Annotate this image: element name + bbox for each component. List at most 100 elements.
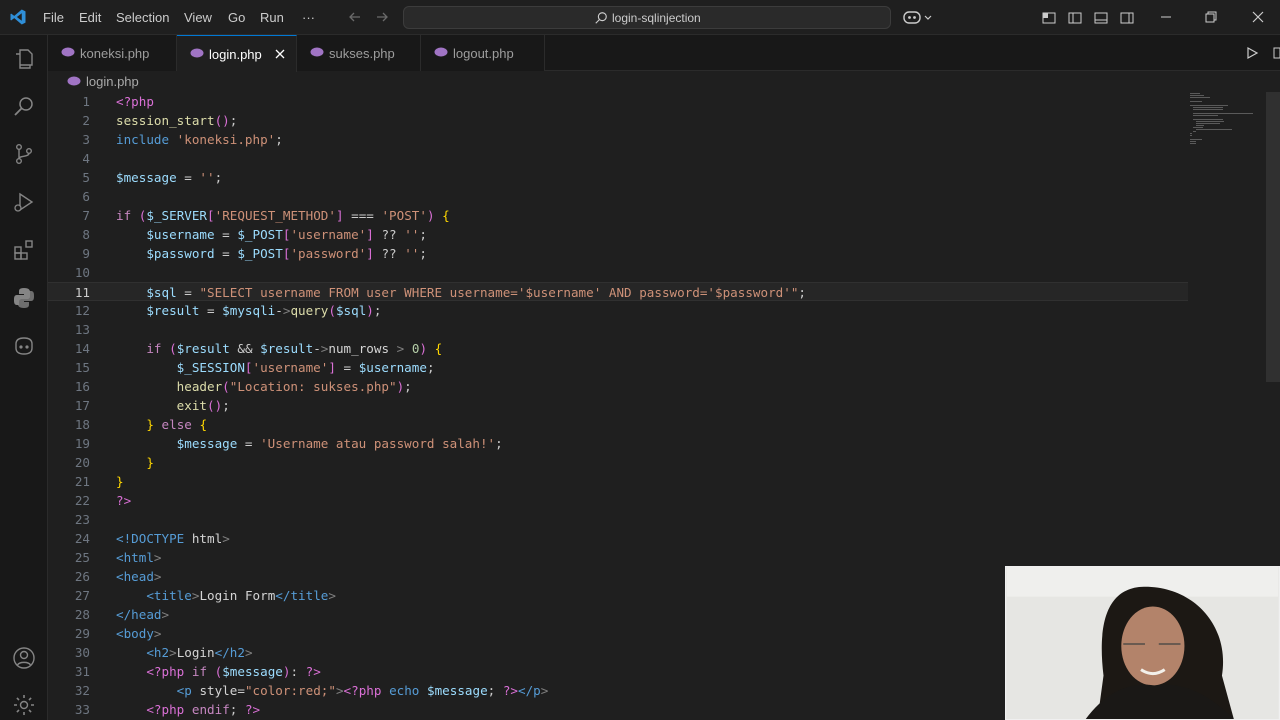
menu-run[interactable]: Run [260,10,284,26]
line-number: 20 [74,455,90,470]
line-number: 13 [74,322,90,337]
code-text: session_start(); [116,113,238,128]
tab-logout[interactable]: logout.php [421,35,545,71]
toggle-secondary-sidebar-icon[interactable] [1119,10,1135,26]
search-icon [595,12,607,24]
menu-selection[interactable]: Selection [116,10,169,26]
minimap[interactable] [1188,92,1268,152]
search-view-icon[interactable] [12,94,36,118]
code-text: $password = $_POST['password'] ?? ''; [146,246,427,261]
code-text: include 'koneksi.php'; [116,132,283,147]
code-line[interactable]: 15 $_SESSION['username'] = $username; [48,358,1188,377]
code-line[interactable]: 3 include 'koneksi.php'; [48,130,1188,149]
code-line[interactable]: 21} [48,472,1188,491]
code-line[interactable]: 22 ?> [48,491,1188,510]
arrow-right-icon[interactable] [374,9,390,25]
code-line[interactable]: 24 <!DOCTYPE html> [48,529,1188,548]
run-debug-icon[interactable] [12,190,36,214]
breadcrumb-file[interactable]: login.php [86,74,139,89]
line-number: 31 [74,664,90,679]
settings-gear-icon[interactable] [12,693,36,717]
code-text: <?php endif; ?> [146,702,261,717]
menu-view[interactable]: View [184,10,212,26]
line-number: 24 [74,531,90,546]
toggle-panel-icon[interactable] [1093,10,1109,26]
customize-layout-icon[interactable] [1041,10,1057,26]
tab-label: login.php [209,47,262,62]
code-line[interactable]: 11 $sql = "SELECT username FROM user WHE… [48,282,1188,301]
arrow-left-icon[interactable] [347,9,363,25]
split-editor-icon[interactable] [1272,45,1280,61]
code-line[interactable]: 25 <html> [48,548,1188,567]
code-text: $message = 'Username atau password salah… [176,436,503,451]
vertical-scrollbar[interactable] [1266,92,1280,382]
vscode-logo-icon[interactable] [9,8,27,26]
code-line[interactable]: 18 } else { [48,415,1188,434]
code-line[interactable]: 10 [48,263,1188,282]
extensions-icon[interactable] [12,238,36,262]
code-line[interactable]: 7 if ($_SERVER['REQUEST_METHOD'] === 'POS… [48,206,1188,225]
line-number: 25 [74,550,90,565]
code-line[interactable]: 17 exit(); [48,396,1188,415]
tab-sukses[interactable]: sukses.php [297,35,421,71]
close-icon[interactable] [273,47,287,61]
source-control-icon[interactable] [12,142,36,166]
code-line[interactable]: 19 $message = 'Username atau password sa… [48,434,1188,453]
code-text: <?php [116,94,154,109]
explorer-icon[interactable] [12,47,36,71]
code-text: } [146,455,154,470]
menu-edit[interactable]: Edit [79,10,101,26]
python-icon[interactable] [12,286,36,310]
php-file-icon [310,47,324,57]
copilot-icon[interactable] [903,9,933,25]
code-line[interactable]: 14 if ($result && $result->num_rows > 0)… [48,339,1188,358]
command-center-search[interactable]: login-sqlinjection [403,6,891,29]
code-text: } else { [146,417,208,432]
editor-tab-bar: koneksi.php login.php sukses.php logout.… [48,35,1280,72]
accounts-icon[interactable] [12,646,36,670]
tab-koneksi[interactable]: koneksi.php [48,35,177,71]
code-text: if ($result && $result->num_rows > 0) { [146,341,443,356]
line-number: 8 [82,227,90,242]
code-text: <html> [116,550,162,565]
menu-more[interactable]: ··· [302,10,315,26]
line-number: 33 [74,702,90,717]
code-line[interactable]: 8 $username = $_POST['username'] ?? ''; [48,225,1188,244]
code-line[interactable]: 20 } [48,453,1188,472]
restore-icon[interactable] [1204,10,1218,24]
line-number: 11 [74,285,90,300]
line-number: 21 [74,474,90,489]
code-line[interactable]: 4 [48,149,1188,168]
code-line[interactable]: 9 $password = $_POST['password'] ?? ''; [48,244,1188,263]
line-number: 26 [74,569,90,584]
code-line[interactable]: 16 header("Location: sukses.php"); [48,377,1188,396]
line-number: 27 [74,588,90,603]
code-text: } [116,474,124,489]
run-file-icon[interactable] [1245,46,1259,60]
code-line[interactable]: 6 [48,187,1188,206]
tab-login[interactable]: login.php [177,35,297,72]
line-number: 14 [74,341,90,356]
code-line[interactable]: 5 $message = ''; [48,168,1188,187]
code-line[interactable]: 23 [48,510,1188,529]
code-line[interactable]: 1 <?php [48,92,1188,111]
code-text: <p style="color:red;"><?php echo $messag… [176,683,549,698]
copilot-chat-icon[interactable] [12,334,36,358]
line-number: 4 [82,151,90,166]
code-text: <h2>Login</h2> [146,645,253,660]
code-text: <body> [116,626,162,641]
minimize-icon[interactable] [1159,10,1173,24]
menu-go[interactable]: Go [228,10,245,26]
code-line[interactable]: 2 session_start(); [48,111,1188,130]
menu-file[interactable]: File [43,10,64,26]
code-text: $sql = "SELECT username FROM user WHERE … [146,285,807,300]
code-line[interactable]: 13 [48,320,1188,339]
line-number: 2 [82,113,90,128]
code-line[interactable]: 12 $result = $mysqli->query($sql); [48,301,1188,320]
line-number: 12 [74,303,90,318]
toggle-primary-sidebar-icon[interactable] [1067,10,1083,26]
close-window-icon[interactable] [1251,10,1265,24]
code-text: if ($_SERVER['REQUEST_METHOD'] === 'POST… [116,208,450,223]
title-bar: File Edit Selection View Go Run ··· logi… [0,0,1280,35]
code-text: exit(); [176,398,230,413]
